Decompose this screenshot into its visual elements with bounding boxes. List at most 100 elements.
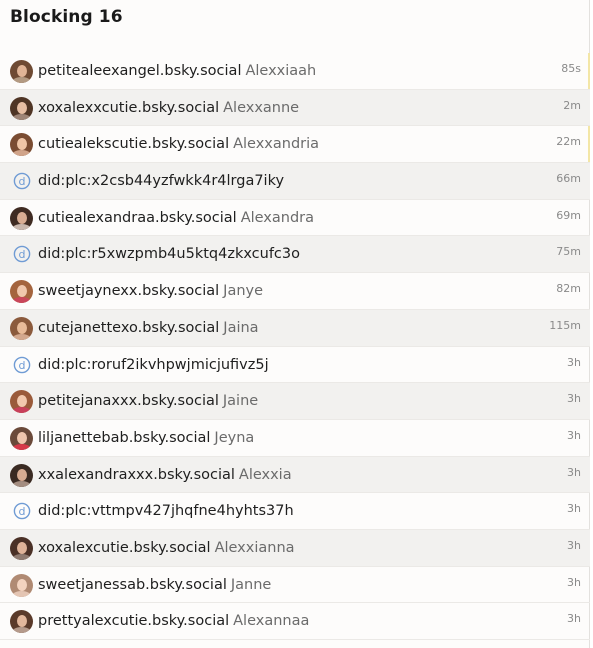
account-label: cutiealexandraa.bsky.social Alexandra [38, 200, 314, 236]
account-handle[interactable]: prettyalexcutie.bsky.social [38, 613, 229, 629]
blocked-accounts-list: petitealeexangel.bsky.social Alexxiaah 85s… [0, 53, 590, 640]
avatar-face [17, 211, 27, 224]
account-label: xoxalexxcutie.bsky.social Alexxanne [38, 90, 299, 126]
blocked-account-row[interactable]: prettyalexcutie.bsky.social Alexannaa 3h [0, 603, 590, 640]
account-handle[interactable]: sweetjaynexx.bsky.social [38, 283, 219, 299]
block-timestamp: 75m [556, 245, 581, 259]
svg-text:d: d [19, 248, 26, 261]
account-display-name: Jeyna [214, 429, 255, 446]
account-label: cutejanettexo.bsky.social Jaina [38, 310, 259, 346]
page-title: Blocking 16 [10, 7, 123, 27]
account-handle[interactable]: xxalexandraxxx.bsky.social [38, 467, 235, 483]
account-display-name: Janne [230, 576, 272, 593]
blocked-account-row[interactable]: d did:plc:r5xwzpmb4u5ktq4zkxcufc3o 75m [0, 236, 590, 274]
avatar[interactable] [10, 573, 33, 597]
account-handle[interactable]: cutejanettexo.bsky.social [38, 320, 219, 336]
blocked-account-row[interactable]: d did:plc:vttmpv427jhqfne4hyhts37h 3h [0, 493, 590, 530]
account-display-name: Alexxiaah [245, 63, 317, 79]
block-timestamp: 3h [567, 502, 581, 516]
blocked-account-row[interactable]: d did:plc:x2csb44yzfwkk4r4lrga7iky 66m [0, 163, 590, 200]
avatar-face [17, 101, 27, 114]
account-display-name: Janye [223, 283, 264, 300]
avatar-face [17, 321, 27, 334]
account-handle[interactable]: did:plc:vttmpv427jhqfne4hyhts37h [38, 503, 294, 519]
avatar-shoulders [12, 297, 31, 304]
avatar-face [17, 65, 27, 77]
block-timestamp: 85s [561, 62, 581, 75]
blocking-panel: Blocking 16 petitealeexangel.bsky.social… [0, 0, 590, 648]
block-timestamp: 82m [556, 282, 581, 296]
avatar[interactable] [10, 60, 33, 83]
svg-text:d: d [19, 358, 26, 371]
block-timestamp: 3h [567, 538, 581, 552]
blocked-account-row[interactable]: xoxalexxcutie.bsky.social Alexxanne 2m [0, 89, 590, 127]
account-label: did:plc:x2csb44yzfwkk4r4lrga7iky [38, 163, 284, 199]
did-icon: d [13, 502, 31, 520]
account-label: prettyalexcutie.bsky.social Alexannaa [38, 603, 309, 639]
blocked-account-row[interactable]: petitejanaxxx.bsky.social Jaine 3h [0, 383, 590, 420]
account-handle[interactable]: did:plc:x2csb44yzfwkk4r4lrga7iky [38, 173, 284, 189]
avatar-shoulders [12, 590, 31, 597]
avatar[interactable] [10, 390, 33, 414]
account-handle[interactable]: cutiealekscutie.bsky.social [38, 136, 229, 152]
account-label: did:plc:vttmpv427jhqfne4hyhts37h [38, 493, 294, 529]
account-handle[interactable]: did:plc:roruf2ikvhpwjmicjufivz5j [38, 357, 269, 373]
account-label: xxalexandraxxx.bsky.social Alexxia [38, 457, 292, 493]
blocked-account-row[interactable]: xoxalexcutie.bsky.social Alexxianna 3h [0, 529, 590, 567]
avatar[interactable] [10, 536, 33, 560]
avatar-shoulders [12, 333, 31, 340]
blocked-account-row[interactable]: cutejanettexo.bsky.social Jaina 115m [0, 309, 590, 347]
blocked-account-row[interactable]: cutiealexandraa.bsky.social Alexandra 69m [0, 200, 590, 237]
avatar[interactable] [10, 610, 33, 634]
account-label: xoxalexcutie.bsky.social Alexxianna [38, 530, 295, 566]
account-display-name: Alexxanne [223, 99, 300, 116]
blocked-account-row[interactable]: cutiealekscutie.bsky.social Alexxandria 22… [0, 126, 590, 164]
svg-text:d: d [19, 175, 26, 188]
account-label: did:plc:roruf2ikvhpwjmicjufivz5j [38, 347, 269, 383]
account-handle[interactable]: did:plc:r5xwzpmb4u5ktq4zkxcufc3o [38, 246, 300, 262]
account-handle[interactable]: petitejanaxxx.bsky.social [38, 393, 219, 409]
blocked-account-row[interactable]: xxalexandraxxx.bsky.social Alexxia 3h [0, 456, 590, 494]
avatar[interactable] [10, 316, 33, 340]
did-icon: d [13, 246, 31, 263]
block-timestamp: 3h [567, 392, 581, 406]
account-display-name: Alexannaa [233, 613, 310, 630]
avatar-shoulders [12, 150, 31, 157]
avatar[interactable] [10, 133, 33, 157]
avatar-face [17, 431, 27, 444]
account-label: petitealeexangel.bsky.social Alexxiaah [38, 53, 316, 89]
block-timestamp: 22m [556, 135, 581, 149]
blocked-account-row[interactable]: sweetjanessab.bsky.social Janne 3h [0, 567, 590, 604]
blocked-account-row[interactable]: liljanettebab.bsky.social Jeyna 3h [0, 420, 590, 457]
block-timestamp: 2m [563, 98, 581, 112]
block-timestamp: 3h [567, 465, 581, 479]
svg-text:d: d [19, 505, 26, 518]
avatar[interactable] [10, 280, 33, 304]
account-handle[interactable]: xoxalexcutie.bsky.social [38, 540, 211, 556]
blocked-account-row[interactable]: d did:plc:roruf2ikvhpwjmicjufivz5j 3h [0, 347, 590, 384]
block-timestamp: 3h [567, 575, 581, 589]
account-label: sweetjanessab.bsky.social Janne [38, 567, 271, 603]
did-icon: d [13, 356, 31, 373]
avatar[interactable] [10, 206, 33, 230]
block-timestamp: 69m [556, 208, 581, 222]
account-label: sweetjaynexx.bsky.social Janye [38, 273, 263, 309]
account-display-name: Alexxianna [214, 539, 295, 556]
account-label: did:plc:r5xwzpmb4u5ktq4zkxcufc3o [38, 236, 300, 272]
avatar-shoulders [12, 627, 31, 634]
blocked-account-row[interactable]: sweetjaynexx.bsky.social Janye 82m [0, 273, 590, 310]
block-timestamp: 3h [567, 355, 581, 369]
account-handle[interactable]: cutiealexandraa.bsky.social [38, 210, 237, 226]
account-handle[interactable]: xoxalexxcutie.bsky.social [38, 100, 219, 116]
avatar[interactable] [10, 96, 33, 120]
avatar-face [17, 578, 27, 591]
blocked-account-row[interactable]: petitealeexangel.bsky.social Alexxiaah 85s [0, 53, 590, 90]
account-handle[interactable]: petitealeexangel.bsky.social [38, 63, 241, 79]
avatar[interactable] [10, 426, 33, 450]
avatar[interactable] [10, 463, 33, 487]
avatar-shoulders [12, 553, 31, 560]
avatar-shoulders [12, 407, 31, 414]
avatar-shoulders [12, 223, 31, 230]
account-handle[interactable]: liljanettebab.bsky.social [38, 430, 210, 446]
account-handle[interactable]: sweetjanessab.bsky.social [38, 577, 227, 593]
